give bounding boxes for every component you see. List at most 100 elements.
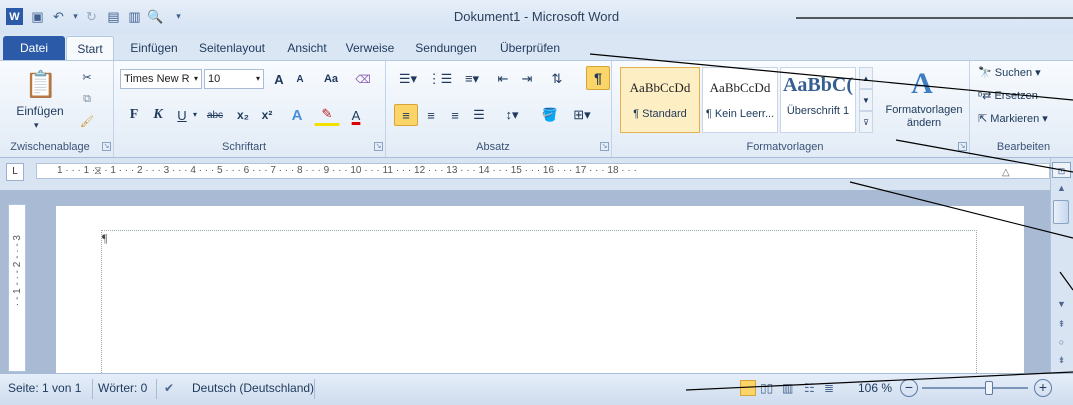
paste-icon[interactable]: 📋 bbox=[25, 66, 57, 102]
open-icon[interactable]: ▥ bbox=[126, 8, 143, 25]
numbering-icon[interactable]: ⋮☰ bbox=[426, 68, 454, 90]
styles-scroll-down-icon[interactable]: ▼ bbox=[859, 89, 873, 111]
subscript-button[interactable]: x₂ bbox=[232, 104, 254, 126]
tab-mailings[interactable]: Sendungen bbox=[410, 36, 482, 60]
text-effects-button[interactable]: A bbox=[284, 104, 310, 126]
justify-icon[interactable]: ☰ bbox=[468, 104, 490, 126]
zoom-out-button[interactable]: − bbox=[900, 379, 918, 397]
draft-view-icon[interactable]: ≣ bbox=[824, 381, 834, 395]
align-left-icon[interactable]: ≡ bbox=[394, 104, 418, 126]
select-button[interactable]: ⇱ Markieren ▾ bbox=[978, 112, 1048, 125]
grow-font-button[interactable]: A bbox=[268, 68, 290, 90]
increase-indent-icon[interactable]: ⇥ bbox=[516, 68, 538, 90]
undo-icon[interactable]: ↶ bbox=[50, 8, 67, 25]
paste-dropdown-icon[interactable]: ▾ bbox=[34, 120, 39, 131]
full-screen-view-icon[interactable]: ▯▯ bbox=[760, 381, 773, 395]
tab-selector[interactable]: L bbox=[6, 163, 24, 181]
customize-dropdown-icon[interactable]: ▾ bbox=[170, 8, 187, 25]
underline-button[interactable]: U bbox=[172, 104, 192, 126]
undo-dropdown-icon[interactable]: ▾ bbox=[67, 8, 84, 25]
zoom-slider-thumb[interactable] bbox=[985, 381, 993, 395]
scroll-up-icon[interactable]: ▲ bbox=[1052, 180, 1071, 196]
browse-object-icon[interactable]: ○ bbox=[1052, 334, 1071, 350]
decrease-indent-icon[interactable]: ⇤ bbox=[492, 68, 514, 90]
format-painter-icon[interactable]: 🖌 bbox=[76, 110, 98, 132]
paste-button[interactable]: Einfügen bbox=[10, 104, 70, 118]
tab-start[interactable]: Start bbox=[66, 36, 114, 60]
tab-insert[interactable]: Einfügen bbox=[124, 36, 184, 60]
align-right-icon[interactable]: ≡ bbox=[444, 104, 466, 126]
find-label: Suchen bbox=[994, 67, 1033, 79]
styles-more-icon[interactable]: ⊽ bbox=[859, 111, 873, 133]
line-spacing-icon[interactable]: ↕▾ bbox=[498, 104, 526, 126]
tab-page-layout[interactable]: Seitenlayout bbox=[196, 36, 268, 60]
find-button[interactable]: 🔭 Suchen ▾ bbox=[978, 66, 1041, 79]
replace-button[interactable]: ᵇ⇄ Ersetzen bbox=[978, 89, 1038, 102]
horizontal-ruler[interactable]: 1 · · · 1 · · · 1 · · · 2 · · · 3 · · · … bbox=[36, 163, 1050, 179]
style-preview: AaBbC( bbox=[782, 74, 853, 96]
copy-icon[interactable]: ⧉ bbox=[76, 88, 98, 110]
font-size-combo[interactable]: 10 ▾ bbox=[204, 69, 264, 89]
scroll-thumb[interactable] bbox=[1053, 200, 1069, 224]
bold-button[interactable]: F bbox=[124, 104, 144, 126]
word-count[interactable]: Wörter: 0 bbox=[98, 381, 147, 395]
styles-launcher-icon[interactable]: ↘ bbox=[958, 142, 967, 151]
shrink-font-button[interactable]: A bbox=[291, 68, 309, 90]
new-document-icon[interactable]: ▤ bbox=[105, 8, 122, 25]
clipboard-launcher-icon[interactable]: ↘ bbox=[102, 142, 111, 151]
style-heading1-tile[interactable]: AaBbC( Überschrift 1 bbox=[780, 67, 856, 133]
vertical-ruler[interactable]: · - 1 - · - 2 - · - 3 bbox=[8, 204, 26, 372]
word-app-icon[interactable]: W bbox=[6, 8, 23, 25]
zoom-level[interactable]: 106 % bbox=[858, 381, 892, 395]
style-name: Überschrift 1 bbox=[786, 105, 850, 117]
print-preview-icon[interactable]: 🔍 bbox=[147, 8, 164, 25]
page-count[interactable]: Seite: 1 von 1 bbox=[8, 381, 81, 395]
font-name-combo[interactable]: Times New R ▾ bbox=[120, 69, 202, 89]
language-indicator[interactable]: Deutsch (Deutschland) bbox=[192, 381, 314, 395]
status-divider bbox=[314, 379, 315, 399]
multilevel-list-icon[interactable]: ≡▾ bbox=[458, 68, 486, 90]
tab-review[interactable]: Überprüfen bbox=[494, 36, 566, 60]
borders-icon[interactable]: ⊞▾ bbox=[568, 104, 596, 126]
style-standard-tile[interactable]: AaBbCcDd ¶ Standard bbox=[620, 67, 700, 133]
highlight-color-icon[interactable]: ✎ bbox=[314, 104, 340, 126]
strikethrough-button[interactable]: abc bbox=[202, 104, 228, 126]
align-center-icon[interactable]: ≡ bbox=[420, 104, 442, 126]
superscript-button[interactable]: x² bbox=[256, 104, 278, 126]
font-launcher-icon[interactable]: ↘ bbox=[374, 142, 383, 151]
save-icon[interactable]: ▣ bbox=[29, 8, 46, 25]
print-layout-view-icon[interactable] bbox=[740, 380, 756, 396]
select-label: Markieren bbox=[990, 113, 1040, 125]
redo-icon[interactable]: ↻ bbox=[83, 8, 100, 25]
outline-view-icon[interactable]: ☷ bbox=[804, 381, 815, 395]
change-styles-icon[interactable]: A bbox=[904, 66, 940, 102]
indent-marker-icon[interactable]: ⧖ bbox=[94, 165, 102, 178]
zoom-in-button[interactable]: + bbox=[1034, 379, 1052, 397]
show-formatting-marks-button[interactable]: ¶ bbox=[586, 66, 610, 90]
style-no-spacing-tile[interactable]: AaBbCcDd ¶ Kein Leerr... bbox=[702, 67, 778, 133]
tab-view[interactable]: Ansicht bbox=[282, 36, 332, 60]
proofing-icon[interactable]: ✔ bbox=[164, 381, 174, 395]
scroll-down-icon[interactable]: ▼ bbox=[1052, 296, 1071, 312]
shading-icon[interactable]: 🪣 bbox=[536, 104, 564, 126]
ruler-toggle-icon[interactable]: ⊡ bbox=[1052, 162, 1071, 178]
italic-button[interactable]: K bbox=[148, 104, 168, 126]
paragraph-launcher-icon[interactable]: ↘ bbox=[600, 142, 609, 151]
cut-icon[interactable]: ✂ bbox=[76, 66, 98, 88]
bullets-icon[interactable]: ☰▾ bbox=[394, 68, 422, 90]
font-color-button[interactable]: A bbox=[344, 104, 368, 126]
previous-page-icon[interactable]: ⇞ bbox=[1052, 316, 1071, 332]
clear-formatting-icon[interactable]: ⌫ bbox=[352, 68, 374, 90]
font-group-label: Schriftart bbox=[221, 141, 266, 153]
change-case-button[interactable]: Aa bbox=[316, 68, 346, 90]
web-layout-view-icon[interactable]: ▥ bbox=[782, 381, 793, 395]
zoom-slider-track[interactable] bbox=[922, 387, 1028, 389]
sort-icon[interactable]: ⇅ bbox=[546, 68, 568, 90]
right-indent-marker-icon[interactable]: △ bbox=[1002, 167, 1010, 178]
underline-dropdown-icon[interactable]: ▾ bbox=[193, 110, 197, 119]
change-styles-button[interactable]: Formatvorlagen ändern bbox=[878, 104, 970, 130]
tab-references[interactable]: Verweise bbox=[342, 36, 398, 60]
styles-scroll-up-icon[interactable]: ▲ bbox=[859, 67, 873, 89]
tab-file[interactable]: Datei bbox=[3, 36, 65, 60]
next-page-icon[interactable]: ⇟ bbox=[1052, 352, 1071, 368]
